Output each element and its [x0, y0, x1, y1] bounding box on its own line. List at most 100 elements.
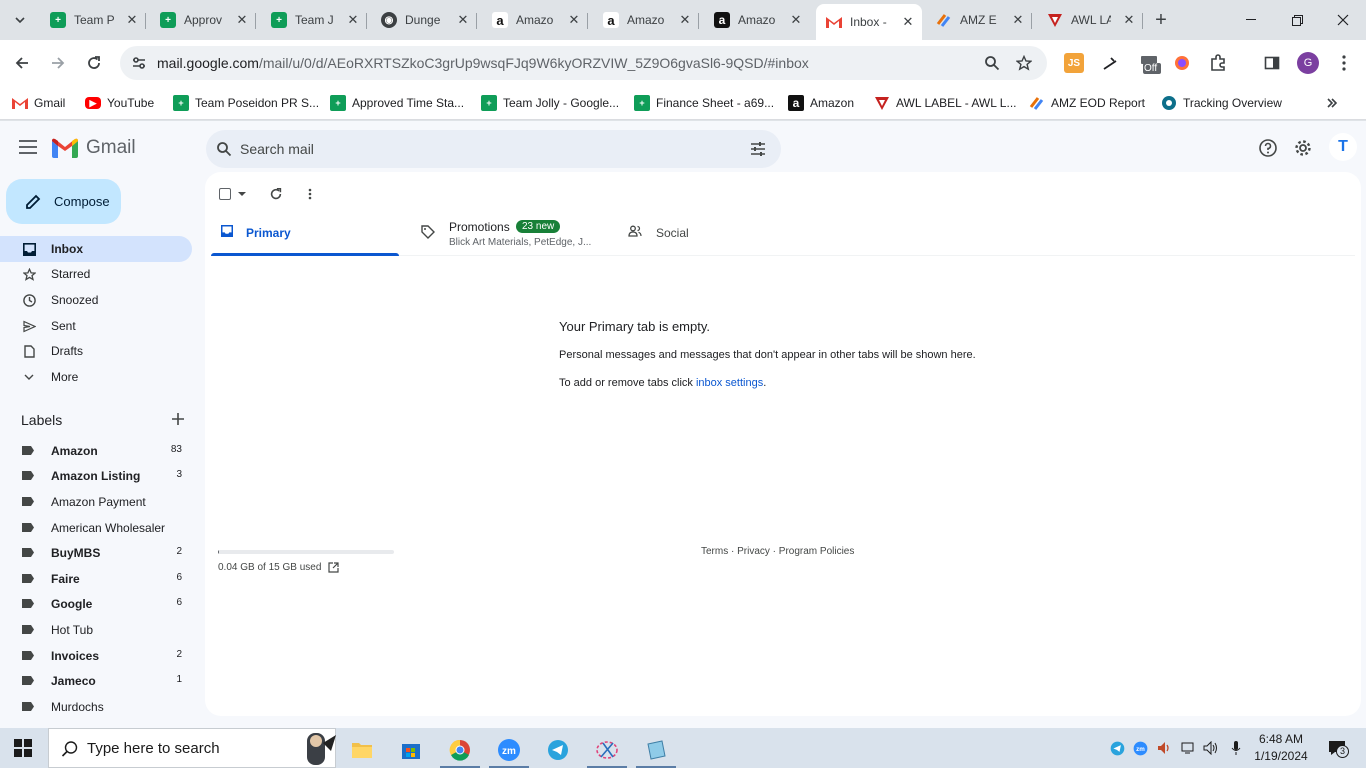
label-amazon-payment[interactable]: Amazon Payment: [0, 490, 192, 514]
label-american-wholesaler[interactable]: American Wholesaler: [0, 516, 192, 540]
account-avatar[interactable]: T: [1329, 133, 1357, 161]
forward-button[interactable]: [43, 48, 73, 78]
tray-speaker-icon[interactable]: [1203, 740, 1219, 756]
search-icon[interactable]: [216, 141, 232, 157]
nav-inbox[interactable]: Inbox: [0, 236, 192, 262]
label-hot-tub[interactable]: Hot Tub: [0, 618, 192, 642]
label-amazon-listing[interactable]: Amazon Listing 3: [0, 464, 192, 488]
browser-tab[interactable]: ◉ Dunge ✕: [371, 6, 477, 34]
cursor-extension-icon[interactable]: [1100, 53, 1120, 73]
storage-usage[interactable]: 0.04 GB of 15 GB used: [218, 562, 340, 573]
js-extension-icon[interactable]: JS: [1064, 53, 1084, 73]
close-icon[interactable]: ✕: [788, 12, 804, 28]
taskbar-search-input[interactable]: Type here to search: [87, 740, 220, 757]
select-dropdown-icon[interactable]: [237, 191, 247, 197]
tab-promotions[interactable]: [411, 208, 611, 256]
close-icon[interactable]: ✕: [566, 12, 582, 28]
tab-social[interactable]: Social: [611, 208, 811, 256]
bookmark-amz-eod[interactable]: AMZ EOD Report: [1029, 92, 1145, 114]
label-jameco[interactable]: Jameco 1: [0, 669, 192, 693]
tray-microphone-icon[interactable]: [1228, 740, 1244, 756]
browser-tab[interactable]: + Team P ✕: [40, 6, 146, 34]
taskbar-file-explorer[interactable]: [340, 732, 384, 768]
tray-volume-alert-icon[interactable]: [1157, 740, 1173, 756]
refresh-icon[interactable]: [269, 187, 283, 201]
taskbar-chrome[interactable]: [438, 732, 482, 768]
settings-button[interactable]: [1290, 135, 1316, 161]
nav-starred[interactable]: Starred: [0, 261, 192, 287]
search-highlight-icon[interactable]: [303, 729, 337, 768]
tray-zoom-icon[interactable]: zm: [1132, 740, 1148, 756]
select-all-checkbox[interactable]: [219, 188, 231, 200]
bookmarks-overflow-button[interactable]: [1326, 92, 1338, 114]
close-icon[interactable]: ✕: [234, 12, 250, 28]
close-icon[interactable]: ✕: [900, 14, 916, 30]
chrome-menu-button[interactable]: [1334, 53, 1354, 73]
notification-center-button[interactable]: 3: [1325, 738, 1349, 758]
tray-network-icon[interactable]: [1181, 740, 1197, 756]
main-menu-button[interactable]: [16, 135, 40, 159]
label-buymbs[interactable]: BuyMBS 2: [0, 541, 192, 565]
tray-telegram-icon[interactable]: [1109, 740, 1125, 756]
browser-tab[interactable]: + Approv ✕: [150, 6, 256, 34]
browser-tab[interactable]: a Amazo ✕: [704, 6, 810, 34]
close-icon[interactable]: ✕: [455, 12, 471, 28]
taskbar-zoom[interactable]: zm: [487, 732, 531, 768]
taskbar-search-box[interactable]: Type here to search: [48, 728, 336, 768]
side-panel-button[interactable]: [1262, 53, 1282, 73]
label-invoices[interactable]: Invoices 2: [0, 644, 192, 668]
taskbar-clock[interactable]: 6:48 AM 1/19/2024: [1248, 731, 1314, 765]
taskbar-notepad[interactable]: [634, 732, 678, 768]
bookmark-star-button[interactable]: [1014, 53, 1034, 73]
label-google[interactable]: Google 6: [0, 592, 192, 616]
taskbar-microsoft-store[interactable]: [389, 732, 433, 768]
browser-tab[interactable]: a Amazo ✕: [593, 6, 699, 34]
tab-primary[interactable]: Primary: [211, 208, 399, 256]
taskbar-telegram[interactable]: [536, 732, 580, 768]
windows-start-button[interactable]: [14, 739, 32, 757]
close-icon[interactable]: ✕: [345, 12, 361, 28]
bookmark-gmail[interactable]: Gmail: [12, 92, 65, 114]
browser-tab[interactable]: AMZ E ✕: [926, 6, 1032, 34]
profile-avatar[interactable]: G: [1297, 52, 1319, 74]
nav-snoozed[interactable]: Snoozed: [0, 287, 192, 313]
label-faire[interactable]: Faire 6: [0, 567, 192, 591]
off-extension-icon[interactable]: Off: [1138, 54, 1162, 74]
search-mail-bar[interactable]: Search mail: [206, 130, 781, 168]
bookmark-team-poseidon[interactable]: + Team Poseidon PR S...: [173, 92, 319, 114]
close-icon[interactable]: ✕: [677, 12, 693, 28]
browser-tab[interactable]: + Team J ✕: [261, 6, 367, 34]
nav-drafts[interactable]: Drafts: [0, 338, 192, 364]
inbox-settings-link[interactable]: inbox settings: [696, 377, 763, 389]
bookmark-tracking-overview[interactable]: Tracking Overview: [1161, 92, 1282, 114]
support-button[interactable]: [1255, 135, 1281, 161]
more-vert-icon[interactable]: [308, 188, 312, 200]
create-label-button[interactable]: [170, 411, 186, 427]
extensions-button[interactable]: [1208, 53, 1228, 73]
tab-search-button[interactable]: [7, 7, 33, 33]
browser-tab-active[interactable]: Inbox - ✕: [816, 4, 922, 40]
close-icon[interactable]: ✕: [1121, 12, 1137, 28]
browser-tab[interactable]: AWL LA ✕: [1037, 6, 1143, 34]
nav-sent[interactable]: Sent: [0, 313, 192, 339]
label-amazon[interactable]: Amazon 83: [0, 439, 192, 463]
bookmark-approved-time[interactable]: + Approved Time Sta...: [330, 92, 464, 114]
bookmark-team-jolly[interactable]: + Team Jolly - Google...: [481, 92, 619, 114]
minimize-button[interactable]: [1228, 0, 1274, 40]
bookmark-youtube[interactable]: ▶ YouTube: [85, 92, 154, 114]
search-options-icon[interactable]: [749, 140, 767, 158]
bookmark-finance-sheet[interactable]: + Finance Sheet - a69...: [634, 92, 774, 114]
close-icon[interactable]: ✕: [1010, 12, 1026, 28]
label-murdochs[interactable]: Murdochs: [0, 695, 192, 719]
site-info-icon[interactable]: [130, 54, 148, 72]
address-bar[interactable]: mail.google.com/mail/u/0/d/AEoRXRTSZkoC3…: [120, 46, 1047, 80]
compose-button[interactable]: Compose: [6, 179, 121, 224]
restore-button[interactable]: [1274, 0, 1320, 40]
reload-button[interactable]: [79, 48, 109, 78]
browser-tab[interactable]: a Amazo ✕: [482, 6, 588, 34]
firefox-extension-icon[interactable]: [1172, 53, 1192, 73]
zoom-button[interactable]: [982, 53, 1002, 73]
search-input[interactable]: Search mail: [240, 141, 314, 157]
bookmark-amazon[interactable]: a Amazon: [788, 92, 854, 114]
bookmark-awl-label[interactable]: AWL LABEL - AWL L...: [874, 92, 1017, 114]
